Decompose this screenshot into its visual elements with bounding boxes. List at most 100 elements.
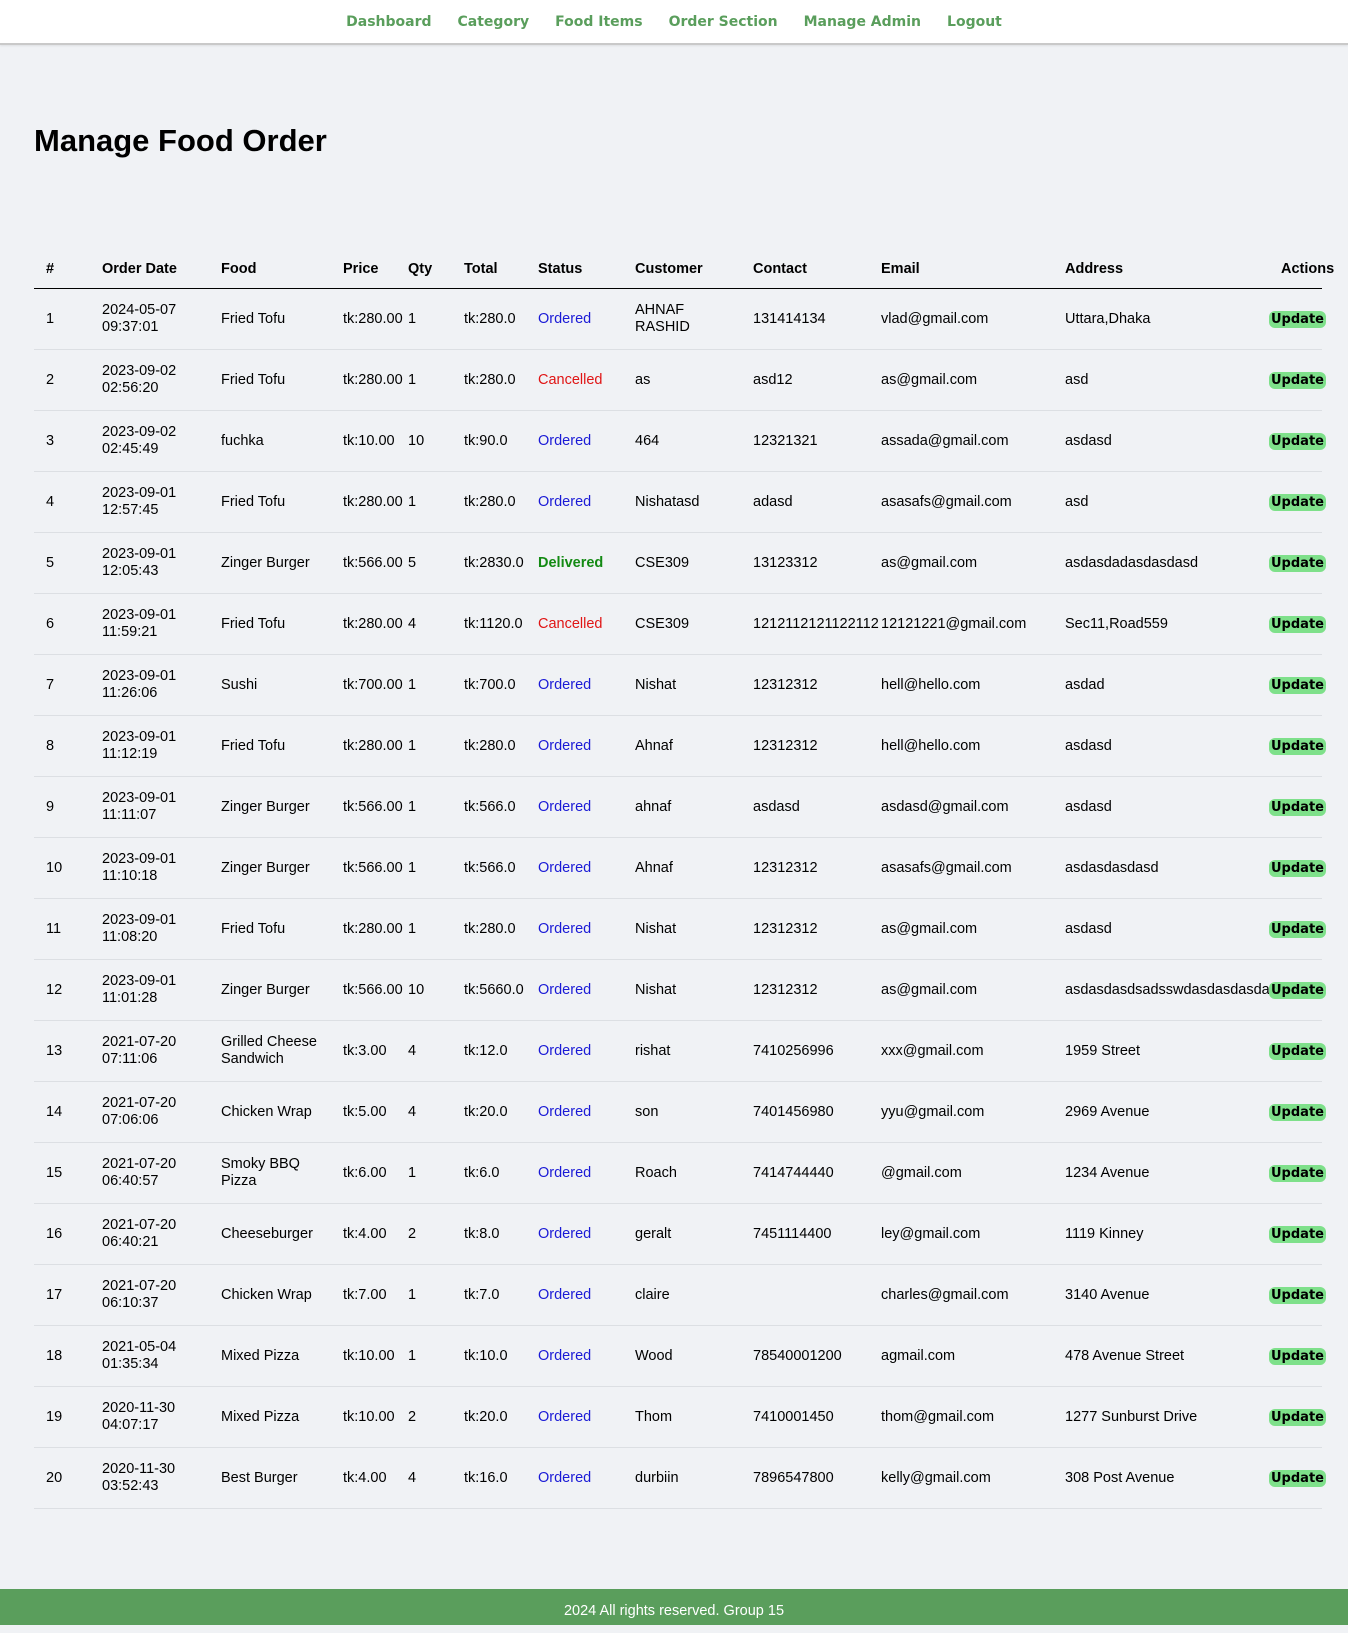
order-date: 2021-07-20 xyxy=(102,1034,177,1050)
order-number-cell: 8 xyxy=(34,715,90,777)
address-cell: asdasd xyxy=(1053,715,1269,777)
nav-link-category[interactable]: Category xyxy=(458,14,530,30)
food-cell: Fried Tofu xyxy=(209,593,331,655)
update-button[interactable]: Update xyxy=(1269,1286,1326,1304)
price-cell: tk:10.00 xyxy=(331,1386,396,1448)
address-cell: asdasd xyxy=(1053,410,1269,472)
nav-link-manage-admin[interactable]: Manage Admin xyxy=(804,14,921,30)
table-row: 13 2021-07-20 07:11:06 Grilled Cheese Sandw… xyxy=(34,1020,1326,1082)
update-button[interactable]: Update xyxy=(1269,737,1326,755)
actions-cell: Update xyxy=(1269,1142,1326,1204)
update-button[interactable]: Update xyxy=(1269,920,1326,938)
table-row: 20 2020-11-30 03:52:43 Best Burger tk:4.00 4 t… xyxy=(34,1447,1326,1509)
contact-cell: 13123312 xyxy=(741,532,869,594)
update-button[interactable]: Update xyxy=(1269,1225,1326,1243)
order-date: 2023-09-01 xyxy=(102,485,177,501)
address-cell: asdasd xyxy=(1053,898,1269,960)
order-date: 2021-07-20 xyxy=(102,1095,177,1111)
column-header-total: Total xyxy=(452,250,526,289)
email-cell: as@gmail.com xyxy=(869,959,1053,1021)
update-button[interactable]: Update xyxy=(1269,554,1326,572)
update-button[interactable]: Update xyxy=(1269,676,1326,694)
status-cell: Ordered xyxy=(526,288,623,350)
qty-cell: 4 xyxy=(396,1020,452,1082)
food-cell: Fried Tofu xyxy=(209,715,331,777)
food-cell: Best Burger xyxy=(209,1447,331,1509)
order-date-cell: 2023-09-01 12:05:43 xyxy=(90,532,209,594)
qty-cell: 2 xyxy=(396,1386,452,1448)
order-date: 2021-07-20 xyxy=(102,1156,177,1172)
address-cell: Uttara,Dhaka xyxy=(1053,288,1269,350)
status-cell: Ordered xyxy=(526,471,623,533)
status-cell: Cancelled xyxy=(526,593,623,655)
actions-cell: Update xyxy=(1269,715,1326,777)
address-cell: asdasdadasdasdasd xyxy=(1053,532,1269,594)
update-button[interactable]: Update xyxy=(1269,1042,1326,1060)
nav-link-food-items[interactable]: Food Items xyxy=(555,14,642,30)
customer-cell: Wood xyxy=(623,1325,741,1387)
order-date-cell: 2021-07-20 07:06:06 xyxy=(90,1081,209,1143)
update-button[interactable]: Update xyxy=(1269,1469,1326,1487)
actions-cell: Update xyxy=(1269,1203,1326,1265)
order-date-cell: 2023-09-02 02:56:20 xyxy=(90,349,209,411)
address-cell: 308 Post Avenue xyxy=(1053,1447,1269,1509)
update-button[interactable]: Update xyxy=(1269,493,1326,511)
order-number-cell: 3 xyxy=(34,410,90,472)
update-button[interactable]: Update xyxy=(1269,1408,1326,1426)
order-date-cell: 2021-07-20 06:40:21 xyxy=(90,1203,209,1265)
status-cell: Ordered xyxy=(526,410,623,472)
update-button[interactable]: Update xyxy=(1269,615,1326,633)
update-button[interactable]: Update xyxy=(1269,1103,1326,1121)
qty-cell: 1 xyxy=(396,715,452,777)
top-navigation-bar: Dashboard Category Food Items Order Section… xyxy=(0,0,1348,45)
qty-cell: 2 xyxy=(396,1203,452,1265)
order-date-cell: 2021-07-20 07:11:06 xyxy=(90,1020,209,1082)
page-title: Manage Food Order xyxy=(34,123,327,158)
address-cell: asdad xyxy=(1053,654,1269,716)
price-cell: tk:280.00 xyxy=(331,593,403,655)
nav-link-logout[interactable]: Logout xyxy=(947,14,1002,30)
update-button[interactable]: Update xyxy=(1269,1347,1326,1365)
status-label: Ordered xyxy=(538,1347,592,1364)
email-cell: @gmail.com xyxy=(869,1142,1053,1204)
order-date: 2020-11-30 xyxy=(102,1461,176,1477)
customer-cell: claire xyxy=(623,1264,741,1326)
nav-link-order-section[interactable]: Order Section xyxy=(669,14,778,30)
table-body: 1 2024-05-07 09:37:01 Fried Tofu tk:280.00 1 t… xyxy=(34,288,1326,1509)
update-button[interactable]: Update xyxy=(1269,310,1326,328)
order-date: 2023-09-01 xyxy=(102,668,177,684)
order-date-cell: 2024-05-07 09:37:01 xyxy=(90,288,209,350)
contact-cell: 131414134 xyxy=(741,288,869,350)
status-cell: Ordered xyxy=(526,1325,623,1387)
status-cell: Ordered xyxy=(526,1264,623,1326)
status-label: Ordered xyxy=(538,676,592,693)
order-date: 2020-11-30 xyxy=(102,1400,176,1416)
status-label: Ordered xyxy=(538,1225,592,1242)
total-cell: tk:20.0 xyxy=(452,1386,526,1448)
order-date: 2023-09-02 xyxy=(102,363,177,379)
update-button[interactable]: Update xyxy=(1269,1164,1326,1182)
update-button[interactable]: Update xyxy=(1269,371,1326,389)
actions-cell: Update xyxy=(1269,1386,1326,1448)
status-label: Cancelled xyxy=(538,371,603,388)
status-cell: Ordered xyxy=(526,1447,623,1509)
table-row: 3 2023-09-02 02:45:49 fuchka tk:10.00 10 tk:90… xyxy=(34,410,1326,472)
update-button[interactable]: Update xyxy=(1269,798,1326,816)
price-cell: tk:280.00 xyxy=(331,715,403,777)
update-button[interactable]: Update xyxy=(1269,859,1326,877)
table-row: 12 2023-09-01 11:01:28 Zinger Burger tk:566.… xyxy=(34,959,1326,1021)
order-date: 2023-09-01 xyxy=(102,851,177,867)
status-cell: Ordered xyxy=(526,1203,623,1265)
order-time: 11:59:21 xyxy=(102,624,158,640)
update-button[interactable]: Update xyxy=(1269,981,1326,999)
actions-cell: Update xyxy=(1269,349,1326,411)
order-date-cell: 2023-09-01 11:11:07 xyxy=(90,776,209,838)
food-cell: Sushi xyxy=(209,654,331,716)
contact-cell: 7414744440 xyxy=(741,1142,869,1204)
nav-link-dashboard[interactable]: Dashboard xyxy=(346,14,431,30)
contact-cell: 7401456980 xyxy=(741,1081,869,1143)
update-button[interactable]: Update xyxy=(1269,432,1326,450)
column-header-actions: Actions xyxy=(1269,250,1334,289)
order-time: 12:57:45 xyxy=(102,502,159,518)
column-header-price: Price xyxy=(331,250,396,289)
